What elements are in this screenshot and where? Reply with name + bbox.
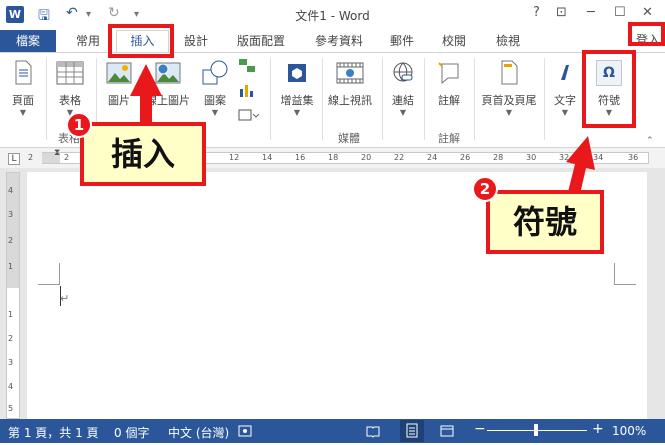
step-badge-2: 2 — [472, 176, 498, 202]
callout-insert: 插入 — [80, 122, 206, 186]
callout-symbol: 符號 — [486, 190, 604, 254]
step-badge-1: 1 — [66, 112, 92, 138]
